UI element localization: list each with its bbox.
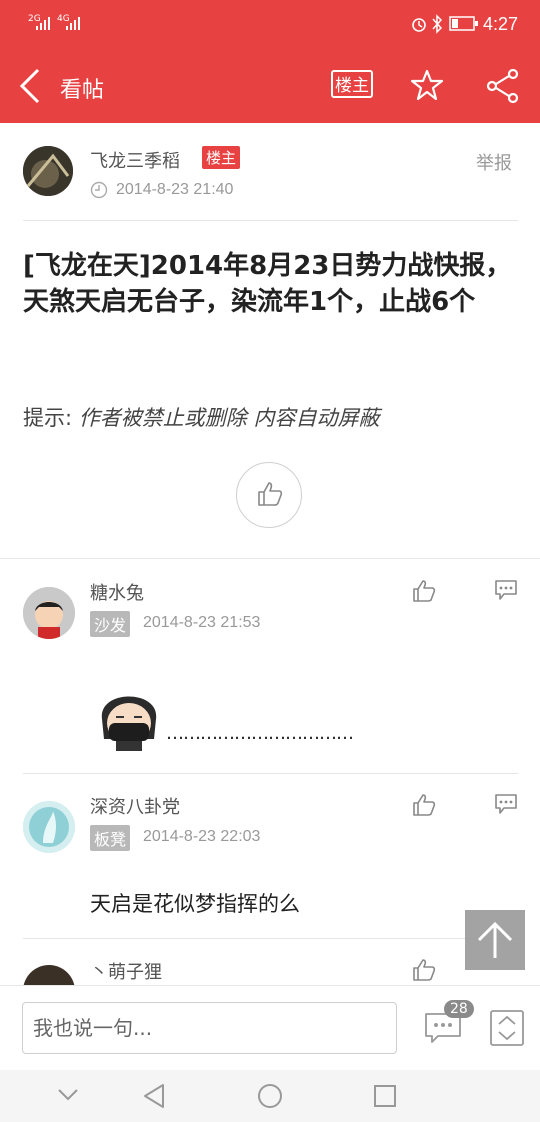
emoji-sticker [101,696,157,751]
page-title: 看帖 [60,78,105,103]
status-bar: 2G 4G 4:27 [0,0,540,48]
star-icon[interactable] [410,68,444,102]
bluetooth-icon [432,14,443,34]
chevron-down-icon[interactable] [57,1088,79,1102]
signal-icon [66,17,80,30]
thumbs-up-icon[interactable] [412,579,436,603]
divider [23,220,518,221]
tip-text: 作者被禁止或删除 内容自动屏蔽 [78,406,380,430]
divider [23,938,518,939]
reply-avatar-image [23,587,75,639]
system-nav-bar [0,1070,540,1122]
reply-content: …………………………… [166,723,354,744]
comment-icon[interactable] [494,793,518,815]
only-op-button[interactable]: 楼主 [331,70,373,98]
post-like-button[interactable] [236,462,302,528]
reply-content: 天启是花似梦指挥的么 [90,892,300,916]
reply-author-name[interactable]: 丶萌子狸 [90,958,162,984]
signal-icon [36,17,50,30]
op-badge: 楼主 [202,146,241,169]
divider [0,558,540,559]
scroll-to-top-button[interactable] [465,910,525,970]
reply-author-name[interactable]: 糖水兔 [90,579,144,605]
author-avatar-image [23,146,73,196]
clock-icon [90,181,108,199]
back-icon[interactable] [18,68,42,104]
floor-jump-icon[interactable] [490,1010,524,1046]
nav-home-icon[interactable] [257,1083,283,1109]
post-author-name[interactable]: 飞龙三季稻 [90,147,180,173]
floor-badge: 板凳 [90,825,131,851]
comment-count-badge: 28 [444,1000,474,1018]
floor-badge: 沙发 [90,611,131,637]
nav-back-icon[interactable] [142,1083,166,1109]
post-tip: 提示: 作者被禁止或删除 内容自动屏蔽 [23,402,379,432]
reply-author-name[interactable]: 深资八卦党 [90,793,180,819]
arrow-up-icon [477,921,513,958]
thumbs-up-icon[interactable] [412,958,436,982]
post-title: [飞龙在天]2014年8月23日势力战快报，天煞天启无台子，染流年1个，止战6个 [23,251,512,317]
thumbs-up-icon[interactable] [412,793,436,817]
app-bar: 看帖 楼主 [0,48,540,123]
reply-avatar-image [23,801,75,853]
reply-time: 2014-8-23 22:03 [143,828,261,845]
share-icon[interactable] [485,68,521,104]
reply-input[interactable]: 我也说一句... [22,1002,397,1054]
avatar[interactable] [23,146,73,196]
nav-recents-icon[interactable] [373,1084,397,1108]
clock-time: 4:27 [483,14,519,34]
divider [23,773,518,774]
alarm-icon [412,18,426,32]
reply-time: 2014-8-23 21:53 [143,614,261,631]
tip-label: 提示: [23,406,73,430]
comment-icon[interactable] [494,579,518,601]
avatar[interactable] [23,801,75,853]
reply-bar: 我也说一句... 28 [0,985,540,1071]
report-link[interactable]: 举报 [476,149,512,175]
post-time: 2014-8-23 21:40 [116,181,234,198]
battery-icon [449,16,478,31]
avatar[interactable] [23,587,75,639]
thumbs-up-icon [258,482,283,506]
